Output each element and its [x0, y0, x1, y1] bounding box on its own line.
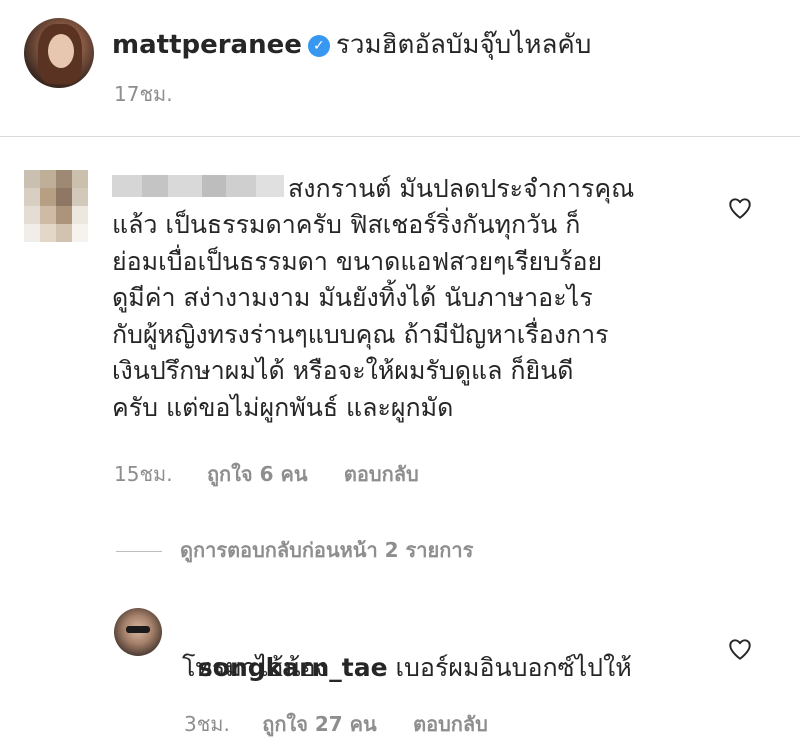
comment-text-line: ครับ แต่ขอไม่ผูกพันธ์ และผูกมัด: [112, 393, 454, 422]
view-previous-replies[interactable]: ดูการตอบกลับก่อนหน้า 2 รายการ: [116, 534, 473, 566]
commenter-username-blurred[interactable]: [112, 175, 284, 197]
comment-text-line: เงินปรึกษาผมได้ หรือจะให้ผมรับดูแล ก็ยิน…: [112, 356, 574, 385]
reply-text: เบอร์ผมอินบอกซ์ไปให้: [395, 652, 632, 682]
reply-meta: 3ชม. ถูกใจ 27 คน ตอบกลับ: [184, 708, 488, 740]
reply-avatar[interactable]: [114, 608, 162, 656]
comment-timestamp: 15ชม.: [114, 462, 173, 486]
verified-badge-icon: ✓: [307, 35, 330, 57]
reply-timestamp: 3ชม.: [184, 712, 230, 736]
post-header: mattperanee ✓ รวมฮิตอัลบัมจุ๊บไหลคับ 17ชม.: [0, 0, 800, 136]
avatar-face: [48, 34, 74, 68]
divider: [0, 136, 800, 137]
post-caption-line: mattperanee ✓ รวมฮิตอัลบัมจุ๊บไหลคับ: [112, 28, 591, 62]
post-caption: รวมฮิตอัลบัมจุ๊บไหลคับ: [335, 30, 592, 60]
comment-text-line: กับผู้หญิงทรงร่านๆแบบคุณ ถ้ามีปัญหาเรื่อ…: [112, 320, 609, 349]
heart-outline-icon[interactable]: [727, 636, 753, 662]
post-timestamp: 17ชม.: [114, 82, 173, 106]
heart-outline-icon[interactable]: [727, 195, 753, 221]
commenter-avatar-blurred[interactable]: [24, 170, 88, 242]
comment-reply-button[interactable]: ตอบกลับ: [344, 462, 419, 486]
comment-meta: 15ชม. ถูกใจ 6 คน ตอบกลับ: [114, 458, 419, 490]
avatar-sunglasses: [126, 626, 150, 633]
comment-text-line: สงกรานต์ มันปลดประจำการคุณ: [288, 174, 635, 203]
view-replies-label: ดูการตอบกลับก่อนหน้า 2 รายการ: [180, 538, 474, 562]
reply-reply-button[interactable]: ตอบกลับ: [413, 712, 488, 736]
comment-text-line: ดูมีค่า สง่างามงาม มันยังทิ้งได้ นับภาษา…: [112, 283, 593, 312]
reply-line-2: โทรมาไอ้น้อง: [182, 653, 328, 682]
comment-likes[interactable]: ถูกใจ 6 คน: [207, 462, 308, 486]
replies-line: [116, 551, 162, 552]
poster-username[interactable]: mattperanee: [112, 30, 302, 60]
poster-avatar[interactable]: [24, 18, 94, 88]
comment-text-line: ย่อมเบื่อเป็นธรรมดา ขนาดแอฟสวยๆเรียบร้อย: [112, 247, 603, 276]
reply-likes[interactable]: ถูกใจ 27 คน: [262, 712, 377, 736]
comment-text-line: แล้ว เป็นธรรมดาครับ ฟิสเชอร์ริ่งกันทุกวั…: [112, 210, 581, 239]
